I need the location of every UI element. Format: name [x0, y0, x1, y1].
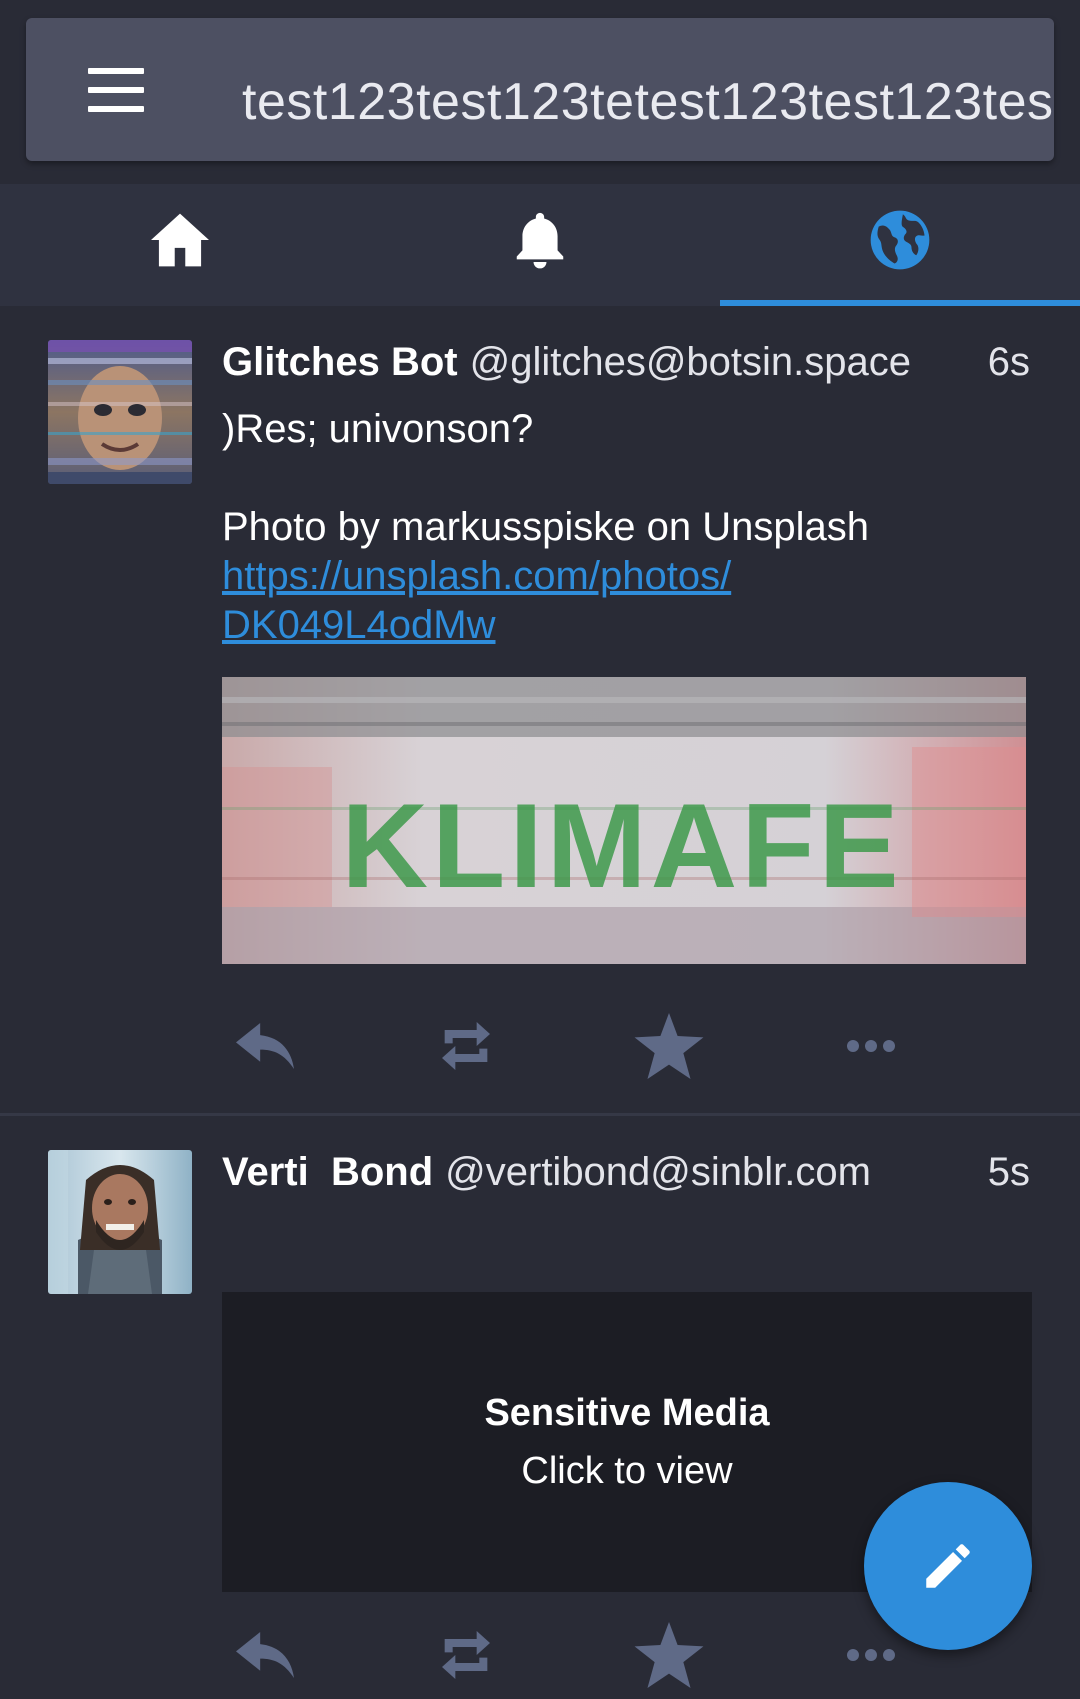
- timestamp[interactable]: 5s: [988, 1150, 1030, 1195]
- media-glitch-text: KLIMAFE: [341, 779, 902, 913]
- tab-home[interactable]: [0, 184, 360, 306]
- reply-icon: [236, 1632, 294, 1678]
- account-handle[interactable]: @glitches@botsin.space: [470, 340, 911, 384]
- avatar[interactable]: [48, 340, 192, 484]
- globe-icon: [870, 210, 930, 270]
- avatar-image: [48, 1150, 192, 1294]
- favourite-icon: [634, 1013, 704, 1079]
- favourite-icon: [634, 1622, 704, 1688]
- status-link[interactable]: DK049L4odMw: [222, 603, 496, 647]
- more-button[interactable]: [826, 1006, 916, 1086]
- avatar-image: [48, 340, 192, 484]
- boost-icon: [442, 1631, 490, 1679]
- status-link[interactable]: https://unsplash.com/photos/: [222, 554, 731, 598]
- favourite-button[interactable]: [624, 1006, 714, 1086]
- pencil-icon: [926, 1544, 970, 1588]
- app-bar: test123test123tetest123test123test123: [26, 18, 1054, 161]
- bell-icon: [516, 212, 564, 269]
- reply-button[interactable]: [220, 1006, 310, 1086]
- status-glitches-bot[interactable]: Glitches Bot @glitches@botsin.space 6s )R…: [0, 306, 1080, 1113]
- display-name[interactable]: Verti Bond: [222, 1150, 433, 1194]
- timestamp[interactable]: 6s: [988, 340, 1030, 385]
- sensitive-media-title: Sensitive Media: [484, 1392, 770, 1434]
- display-name[interactable]: Glitches Bot: [222, 340, 458, 384]
- status-text-line: )Res; univonson?: [222, 407, 534, 451]
- media-image: KLIMAFE: [222, 677, 1026, 964]
- tab-federated[interactable]: [720, 184, 1080, 306]
- avatar[interactable]: [48, 1150, 192, 1294]
- account-handle[interactable]: @vertibond@sinblr.com: [445, 1150, 871, 1194]
- status-text-line: Photo by markusspiske on Unsplash: [222, 505, 869, 549]
- timeline-tabs: [0, 184, 1080, 306]
- reply-button[interactable]: [220, 1615, 310, 1695]
- status-content: )Res; univonson? Photo by markusspiske o…: [222, 405, 1022, 650]
- boost-button[interactable]: [421, 1615, 511, 1695]
- status-header: Verti Bond @vertibond@sinblr.com 5s: [222, 1150, 1080, 1206]
- sensitive-media-subtitle: Click to view: [521, 1450, 733, 1492]
- reply-icon: [236, 1023, 294, 1069]
- media-attachment[interactable]: KLIMAFE: [222, 677, 1026, 964]
- boost-icon: [442, 1022, 490, 1070]
- app-bar-title: test123test123tetest123test123test123: [242, 73, 1054, 131]
- boost-button[interactable]: [421, 1006, 511, 1086]
- more-icon: [847, 1040, 895, 1052]
- tab-notifications[interactable]: [360, 184, 720, 306]
- favourite-button[interactable]: [624, 1615, 714, 1695]
- more-icon: [847, 1649, 895, 1661]
- status-header: Glitches Bot @glitches@botsin.space 6s: [222, 340, 1080, 396]
- hamburger-menu-icon[interactable]: [80, 68, 152, 112]
- status-actions: [222, 1006, 1022, 1086]
- home-icon: [151, 213, 209, 267]
- compose-button[interactable]: [864, 1482, 1032, 1650]
- status-blank-line: [222, 454, 1022, 503]
